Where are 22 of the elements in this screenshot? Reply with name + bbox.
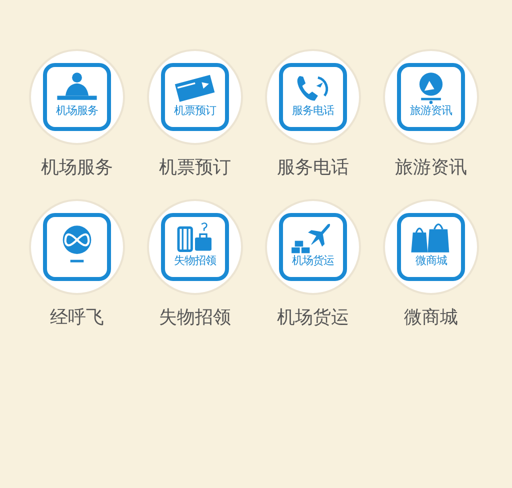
icon-caption: 机票预订: [174, 105, 216, 118]
app-tile-button[interactable]: 机票预订: [147, 49, 243, 145]
tile-label: 机场货运: [277, 306, 349, 329]
app-tile-button[interactable]: 旅游资讯: [383, 49, 479, 145]
tile-label: 机票预订: [159, 156, 231, 179]
app-tile-button[interactable]: 服务电话: [265, 49, 361, 145]
app-tile-button[interactable]: 机场服务: [29, 49, 125, 145]
tile-label: 机场服务: [41, 156, 113, 179]
tile-label: 旅游资讯: [395, 156, 467, 179]
app-tile-button[interactable]: 失物招领: [147, 199, 243, 295]
icon-caption: 旅游资讯: [410, 105, 452, 118]
tile-label: 服务电话: [277, 156, 349, 179]
app-tile-button[interactable]: 微商城: [383, 199, 479, 295]
tile-label: 经呼飞: [50, 306, 104, 329]
icon-caption: 微商城: [415, 255, 447, 268]
icon-caption: 机场货运: [292, 255, 334, 268]
tile-label: 失物招领: [159, 306, 231, 329]
app-tile-button[interactable]: 机场货运: [265, 199, 361, 295]
tile-label: 微商城: [404, 306, 458, 329]
icon-caption: 机场服务: [56, 105, 98, 118]
icon-caption: 服务电话: [292, 105, 334, 118]
icon-caption: 失物招领: [174, 255, 216, 268]
